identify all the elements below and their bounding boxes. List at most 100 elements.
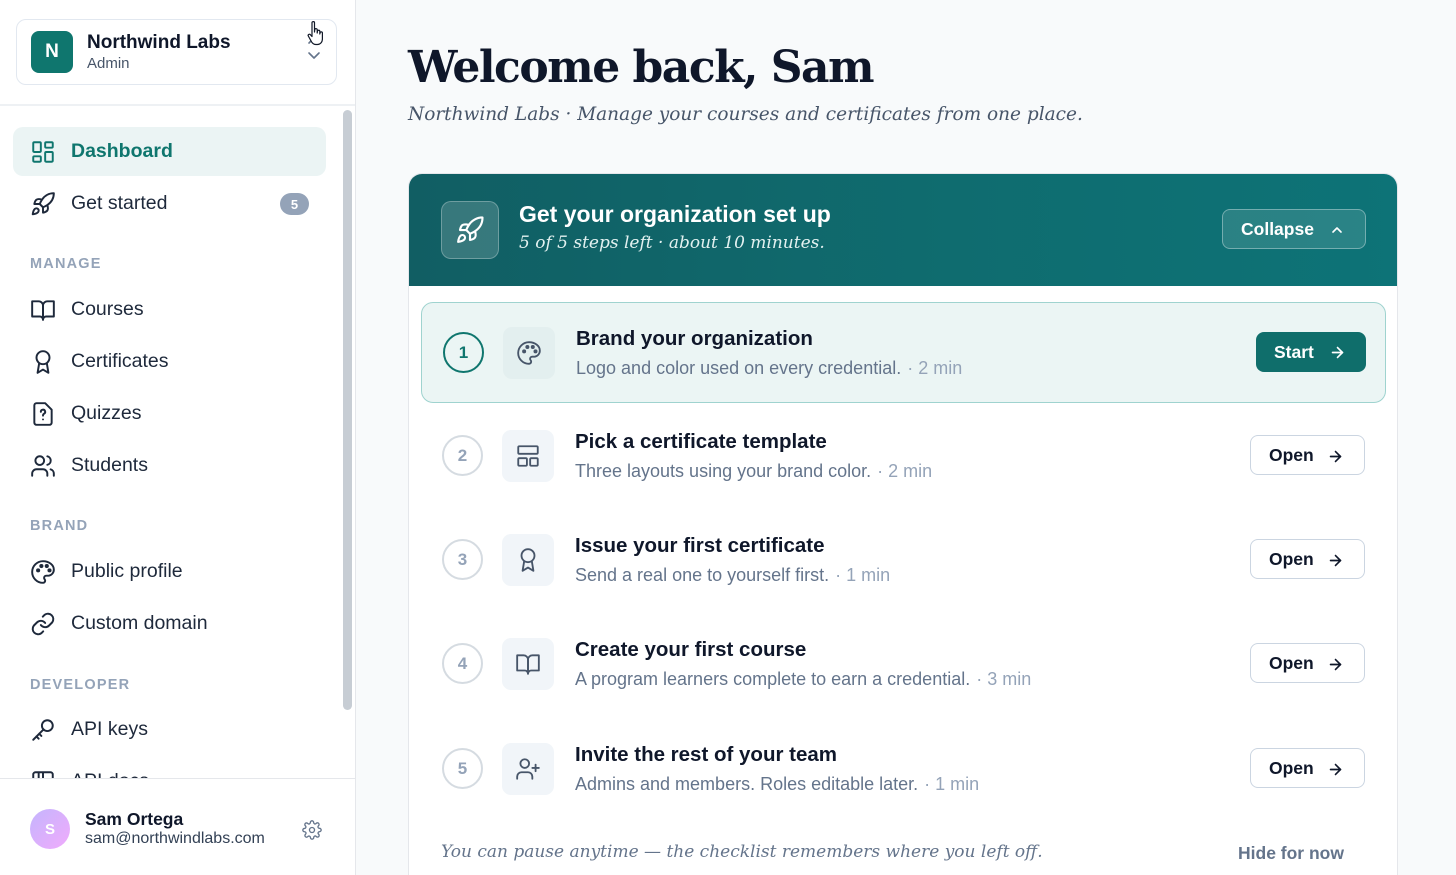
palette-icon bbox=[31, 560, 55, 584]
sidebar-item-quizzes[interactable]: Quizzes bbox=[13, 389, 326, 438]
step-description-text: Send a real one to yourself first. bbox=[575, 565, 830, 585]
setup-checklist-card: Get your organization set up 5 of 5 step… bbox=[408, 173, 1398, 875]
step-description-text: A program learners complete to earn a cr… bbox=[575, 669, 971, 689]
step-title: Create your first course bbox=[575, 638, 807, 661]
start-button[interactable]: Start bbox=[1256, 332, 1366, 372]
step-description: Admins and members. Roles editable later… bbox=[575, 774, 979, 795]
sidebar-item-label: API keys bbox=[71, 718, 148, 740]
setup-step-template[interactable]: 2 Pick a certificate template Three layo… bbox=[421, 406, 1386, 507]
arrow-right-icon bbox=[1329, 763, 1342, 776]
setup-step-invite-team[interactable]: 5 Invite the rest of your team Admins an… bbox=[421, 719, 1386, 820]
sidebar-item-label: Get started bbox=[71, 192, 168, 214]
step-number: 2 bbox=[442, 435, 483, 476]
step-title: Brand your organization bbox=[576, 327, 813, 350]
section-heading-brand: BRAND bbox=[30, 518, 89, 534]
award-icon bbox=[35, 350, 51, 374]
page-subtitle: Northwind Labs · Manage your courses and… bbox=[408, 104, 1083, 125]
step-number: 1 bbox=[443, 332, 484, 373]
step-description-text: Admins and members. Roles editable later… bbox=[575, 774, 919, 794]
open-button[interactable]: Open bbox=[1250, 643, 1365, 683]
setup-progress-text: 5 of 5 steps left · about 10 minutes. bbox=[519, 233, 825, 253]
step-description-text: Logo and color used on every credential. bbox=[576, 358, 902, 378]
award-icon bbox=[502, 534, 554, 586]
step-description: A program learners complete to earn a cr… bbox=[575, 669, 1031, 690]
arrow-right-icon bbox=[1329, 658, 1342, 671]
sidebar-item-custom-domain[interactable]: Custom domain bbox=[13, 599, 326, 648]
rocket-icon bbox=[31, 192, 55, 216]
open-button-label: Open bbox=[1269, 444, 1314, 465]
docs-icon bbox=[32, 771, 54, 778]
sidebar-item-public-profile[interactable]: Public profile bbox=[13, 547, 326, 596]
sidebar-item-students[interactable]: Students bbox=[13, 441, 326, 490]
sidebar-item-courses[interactable]: Courses bbox=[13, 285, 326, 334]
step-duration: · 2 min bbox=[877, 461, 933, 481]
setup-step-create-course[interactable]: 4 Create your first course A program lea… bbox=[421, 614, 1386, 715]
user-plus-icon bbox=[502, 743, 554, 795]
gear-icon[interactable] bbox=[302, 820, 322, 840]
avatar: S bbox=[30, 809, 70, 849]
hand-cursor-icon bbox=[307, 21, 323, 46]
setup-step-issue-certificate[interactable]: 3 Issue your first certificate Send a re… bbox=[421, 510, 1386, 611]
dashboard-icon bbox=[32, 141, 54, 163]
sidebar-item-api-keys[interactable]: API keys bbox=[13, 705, 326, 754]
users-icon bbox=[31, 455, 55, 477]
sidebar-item-label: Custom domain bbox=[71, 612, 208, 634]
arrow-right-icon bbox=[1329, 554, 1342, 567]
setup-step-brand[interactable]: 1 Brand your organization Logo and color… bbox=[421, 302, 1386, 403]
step-title: Issue your first certificate bbox=[575, 534, 825, 557]
quiz-icon bbox=[33, 402, 53, 426]
main-content: Welcome back, Sam Northwind Labs · Manag… bbox=[356, 0, 1456, 875]
setup-checklist-header: Get your organization set up 5 of 5 step… bbox=[409, 174, 1397, 286]
open-button-label: Open bbox=[1269, 652, 1314, 673]
sidebar-item-label: Public profile bbox=[71, 560, 183, 582]
layout-icon bbox=[502, 430, 554, 482]
step-title: Pick a certificate template bbox=[575, 430, 827, 453]
step-number: 4 bbox=[442, 643, 483, 684]
chevron-up-icon bbox=[1332, 227, 1342, 233]
sidebar-nav: Dashboard Get started 5 MANAGE Courses C… bbox=[0, 106, 340, 778]
collapse-button[interactable]: Collapse bbox=[1222, 209, 1366, 249]
sidebar-item-label: API docs bbox=[71, 770, 149, 778]
book-icon bbox=[31, 300, 55, 321]
arrow-right-icon bbox=[1331, 346, 1344, 359]
step-duration: · 1 min bbox=[835, 565, 891, 585]
arrow-right-icon bbox=[1329, 450, 1342, 463]
step-description: Send a real one to yourself first. · 1 mi… bbox=[575, 565, 890, 586]
step-number: 5 bbox=[442, 748, 483, 789]
user-menu[interactable]: S Sam Ortega sam@northwindlabs.com bbox=[0, 778, 355, 875]
palette-icon bbox=[503, 327, 555, 379]
sidebar-item-label: Students bbox=[71, 454, 148, 476]
book-icon bbox=[502, 638, 554, 690]
step-number: 3 bbox=[442, 539, 483, 580]
checklist-footer-note: You can pause anytime — the checklist re… bbox=[441, 842, 1043, 862]
sidebar-item-label: Quizzes bbox=[71, 402, 142, 424]
sidebar-item-api-docs[interactable]: API docs bbox=[13, 757, 326, 778]
open-button[interactable]: Open bbox=[1250, 539, 1365, 579]
step-description: Three layouts using your brand color. · 2… bbox=[575, 461, 932, 482]
org-role: Admin bbox=[87, 55, 130, 72]
user-name: Sam Ortega bbox=[85, 809, 184, 829]
org-avatar: N bbox=[31, 31, 73, 73]
hide-for-now-button[interactable]: Hide for now bbox=[1238, 843, 1344, 864]
open-button[interactable]: Open bbox=[1250, 748, 1365, 788]
org-name: Northwind Labs bbox=[87, 32, 231, 53]
sidebar-item-get-started[interactable]: Get started 5 bbox=[13, 179, 326, 228]
open-button[interactable]: Open bbox=[1250, 435, 1365, 475]
collapse-button-label: Collapse bbox=[1241, 218, 1314, 239]
step-description-text: Three layouts using your brand color. bbox=[575, 461, 872, 481]
sidebar-item-certificates[interactable]: Certificates bbox=[13, 337, 326, 386]
step-duration: · 1 min bbox=[924, 774, 980, 794]
step-duration: · 3 min bbox=[976, 669, 1032, 689]
sidebar-scrollbar-thumb[interactable] bbox=[343, 110, 352, 710]
section-heading-manage: MANAGE bbox=[30, 256, 102, 272]
count-badge: 5 bbox=[280, 193, 309, 215]
step-description: Logo and color used on every credential.… bbox=[576, 358, 962, 379]
start-button-label: Start bbox=[1274, 341, 1314, 362]
step-title: Invite the rest of your team bbox=[575, 743, 838, 766]
key-icon bbox=[32, 719, 54, 741]
org-switcher[interactable]: N Northwind Labs Admin bbox=[16, 19, 337, 85]
link-icon bbox=[31, 612, 55, 636]
sidebar-item-label: Courses bbox=[71, 298, 144, 320]
setup-title: Get your organization set up bbox=[519, 201, 831, 227]
sidebar-item-dashboard[interactable]: Dashboard bbox=[13, 127, 326, 176]
